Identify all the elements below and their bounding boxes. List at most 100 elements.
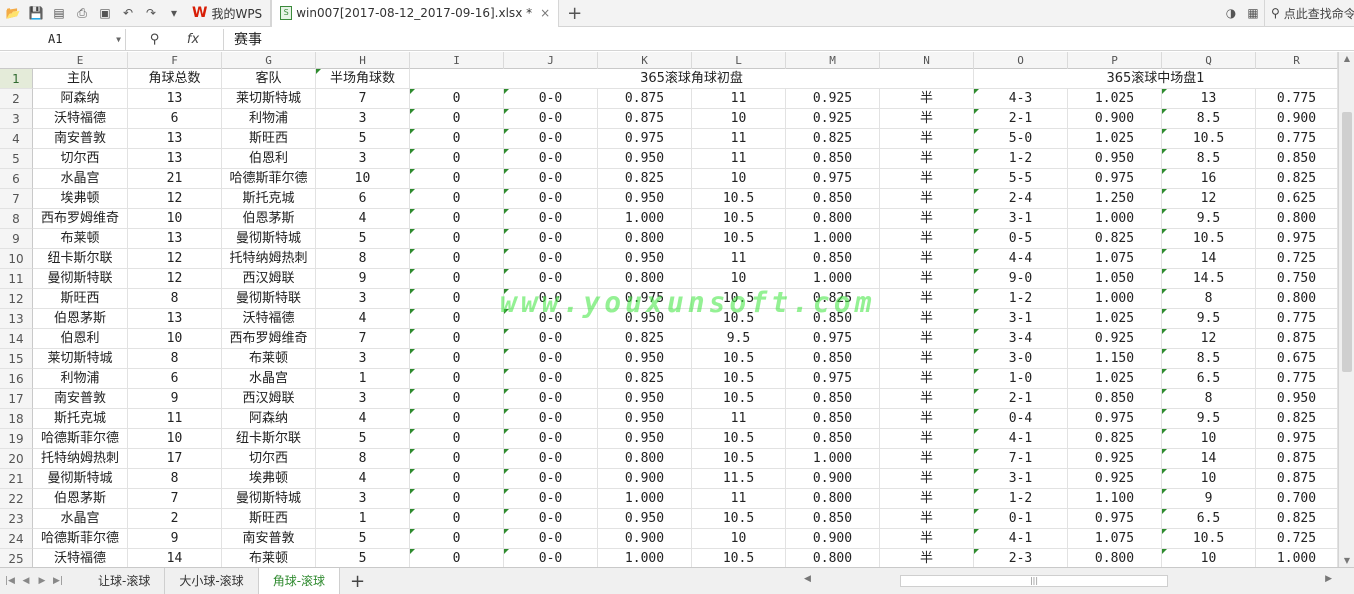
- table-cell[interactable]: 6: [316, 189, 410, 209]
- table-cell[interactable]: 沃特福德: [33, 109, 128, 129]
- table-cell[interactable]: 0.725: [1256, 249, 1338, 269]
- table-cell[interactable]: 0.825: [1256, 169, 1338, 189]
- table-cell[interactable]: 沃特福德: [33, 549, 128, 567]
- table-cell[interactable]: 0.850: [786, 429, 880, 449]
- table-cell[interactable]: 5-0: [974, 129, 1068, 149]
- table-cell[interactable]: 半: [880, 549, 974, 567]
- table-cell[interactable]: 斯旺西: [33, 289, 128, 309]
- table-cell[interactable]: 4: [316, 469, 410, 489]
- table-cell[interactable]: 半: [880, 429, 974, 449]
- table-cell[interactable]: 0-0: [504, 229, 598, 249]
- table-cell[interactable]: 0: [410, 129, 504, 149]
- next-sheet-icon[interactable]: ▶: [36, 576, 48, 586]
- table-cell[interactable]: 水晶宫: [33, 169, 128, 189]
- row-header-23[interactable]: 23: [0, 509, 33, 529]
- table-cell[interactable]: 0.900: [1256, 109, 1338, 129]
- table-cell[interactable]: 沃特福德: [222, 309, 316, 329]
- close-tab-icon[interactable]: ×: [540, 6, 550, 20]
- formula-input[interactable]: 赛事: [224, 29, 262, 49]
- column-header-K[interactable]: K: [598, 52, 692, 69]
- table-cell[interactable]: 曼彻斯特联: [222, 289, 316, 309]
- table-cell[interactable]: 10.5: [692, 349, 786, 369]
- table-cell[interactable]: 16: [1162, 169, 1256, 189]
- table-cell[interactable]: 1.075: [1068, 529, 1162, 549]
- row-header-25[interactable]: 25: [0, 549, 33, 569]
- print-preview-icon[interactable]: ▣: [95, 3, 115, 23]
- table-cell[interactable]: 0: [410, 349, 504, 369]
- table-cell[interactable]: 9.5: [1162, 409, 1256, 429]
- table-cell[interactable]: 10.5: [1162, 529, 1256, 549]
- table-cell[interactable]: 半: [880, 189, 974, 209]
- table-cell[interactable]: 8.5: [1162, 109, 1256, 129]
- table-cell[interactable]: 水晶宫: [33, 509, 128, 529]
- export-pdf-icon[interactable]: ▤: [49, 3, 69, 23]
- table-cell[interactable]: 曼彻斯特城: [222, 229, 316, 249]
- table-cell[interactable]: 0.950: [598, 509, 692, 529]
- new-tab-icon[interactable]: +: [567, 3, 582, 24]
- table-cell[interactable]: 11.5: [692, 469, 786, 489]
- table-cell[interactable]: 0-0: [504, 549, 598, 567]
- table-cell[interactable]: 10: [128, 329, 222, 349]
- table-cell[interactable]: 西汉姆联: [222, 389, 316, 409]
- table-cell[interactable]: 0.750: [1256, 269, 1338, 289]
- table-cell[interactable]: 0: [410, 309, 504, 329]
- table-cell[interactable]: 0.850: [786, 409, 880, 429]
- table-cell[interactable]: 1.050: [1068, 269, 1162, 289]
- table-cell[interactable]: 0.950: [598, 189, 692, 209]
- table-cell[interactable]: 0-0: [504, 449, 598, 469]
- table-cell[interactable]: 3: [316, 389, 410, 409]
- header-cell[interactable]: 角球总数: [128, 69, 222, 89]
- first-sheet-icon[interactable]: |◀: [4, 576, 16, 586]
- table-cell[interactable]: 布莱顿: [222, 349, 316, 369]
- table-cell[interactable]: 0.950: [1068, 149, 1162, 169]
- table-cell[interactable]: 0-0: [504, 529, 598, 549]
- row-header-16[interactable]: 16: [0, 369, 33, 389]
- table-cell[interactable]: 0-0: [504, 489, 598, 509]
- table-cell[interactable]: 0: [410, 409, 504, 429]
- table-cell[interactable]: 0.800: [598, 229, 692, 249]
- table-cell[interactable]: 0-0: [504, 349, 598, 369]
- table-cell[interactable]: 1.150: [1068, 349, 1162, 369]
- table-cell[interactable]: 3-1: [974, 469, 1068, 489]
- table-cell[interactable]: 0-0: [504, 289, 598, 309]
- table-cell[interactable]: 13: [128, 229, 222, 249]
- table-cell[interactable]: 3-0: [974, 349, 1068, 369]
- table-cell[interactable]: 0.925: [786, 89, 880, 109]
- table-cell[interactable]: 2-1: [974, 389, 1068, 409]
- table-cell[interactable]: 6.5: [1162, 509, 1256, 529]
- table-cell[interactable]: 半: [880, 269, 974, 289]
- table-cell[interactable]: 8: [316, 249, 410, 269]
- table-cell[interactable]: 1.025: [1068, 89, 1162, 109]
- print-icon[interactable]: ⎙: [72, 3, 92, 23]
- table-cell[interactable]: 13: [128, 89, 222, 109]
- row-header-13[interactable]: 13: [0, 309, 33, 329]
- zoom-icon[interactable]: ⚲: [150, 32, 160, 47]
- table-cell[interactable]: 13: [128, 149, 222, 169]
- row-header-6[interactable]: 6: [0, 169, 33, 189]
- table-cell[interactable]: 0.775: [1256, 89, 1338, 109]
- table-cell[interactable]: 半: [880, 469, 974, 489]
- table-cell[interactable]: 13: [128, 129, 222, 149]
- table-cell[interactable]: 1.000: [786, 229, 880, 249]
- skin-icon[interactable]: ◑: [1220, 6, 1242, 20]
- table-cell[interactable]: 0.825: [1068, 229, 1162, 249]
- table-cell[interactable]: 10: [692, 169, 786, 189]
- scroll-up-icon[interactable]: ▲: [1339, 54, 1354, 63]
- table-cell[interactable]: 9.5: [1162, 309, 1256, 329]
- table-cell[interactable]: 0-0: [504, 89, 598, 109]
- table-cell[interactable]: 1.100: [1068, 489, 1162, 509]
- table-cell[interactable]: 0.775: [1256, 129, 1338, 149]
- column-header-G[interactable]: G: [222, 52, 316, 69]
- table-cell[interactable]: 0.925: [786, 109, 880, 129]
- table-cell[interactable]: 7: [316, 89, 410, 109]
- sheet-tab-1[interactable]: 大小球-滚球: [165, 568, 259, 594]
- table-cell[interactable]: 0.975: [1068, 409, 1162, 429]
- table-cell[interactable]: 0.900: [598, 529, 692, 549]
- table-cell[interactable]: 伯恩茅斯: [33, 489, 128, 509]
- table-cell[interactable]: 0.825: [786, 129, 880, 149]
- table-cell[interactable]: 曼彻斯特城: [33, 469, 128, 489]
- table-cell[interactable]: 曼彻斯特城: [222, 489, 316, 509]
- table-cell[interactable]: 14: [1162, 449, 1256, 469]
- settings-icon[interactable]: ▦: [1242, 6, 1264, 20]
- table-cell[interactable]: 0: [410, 249, 504, 269]
